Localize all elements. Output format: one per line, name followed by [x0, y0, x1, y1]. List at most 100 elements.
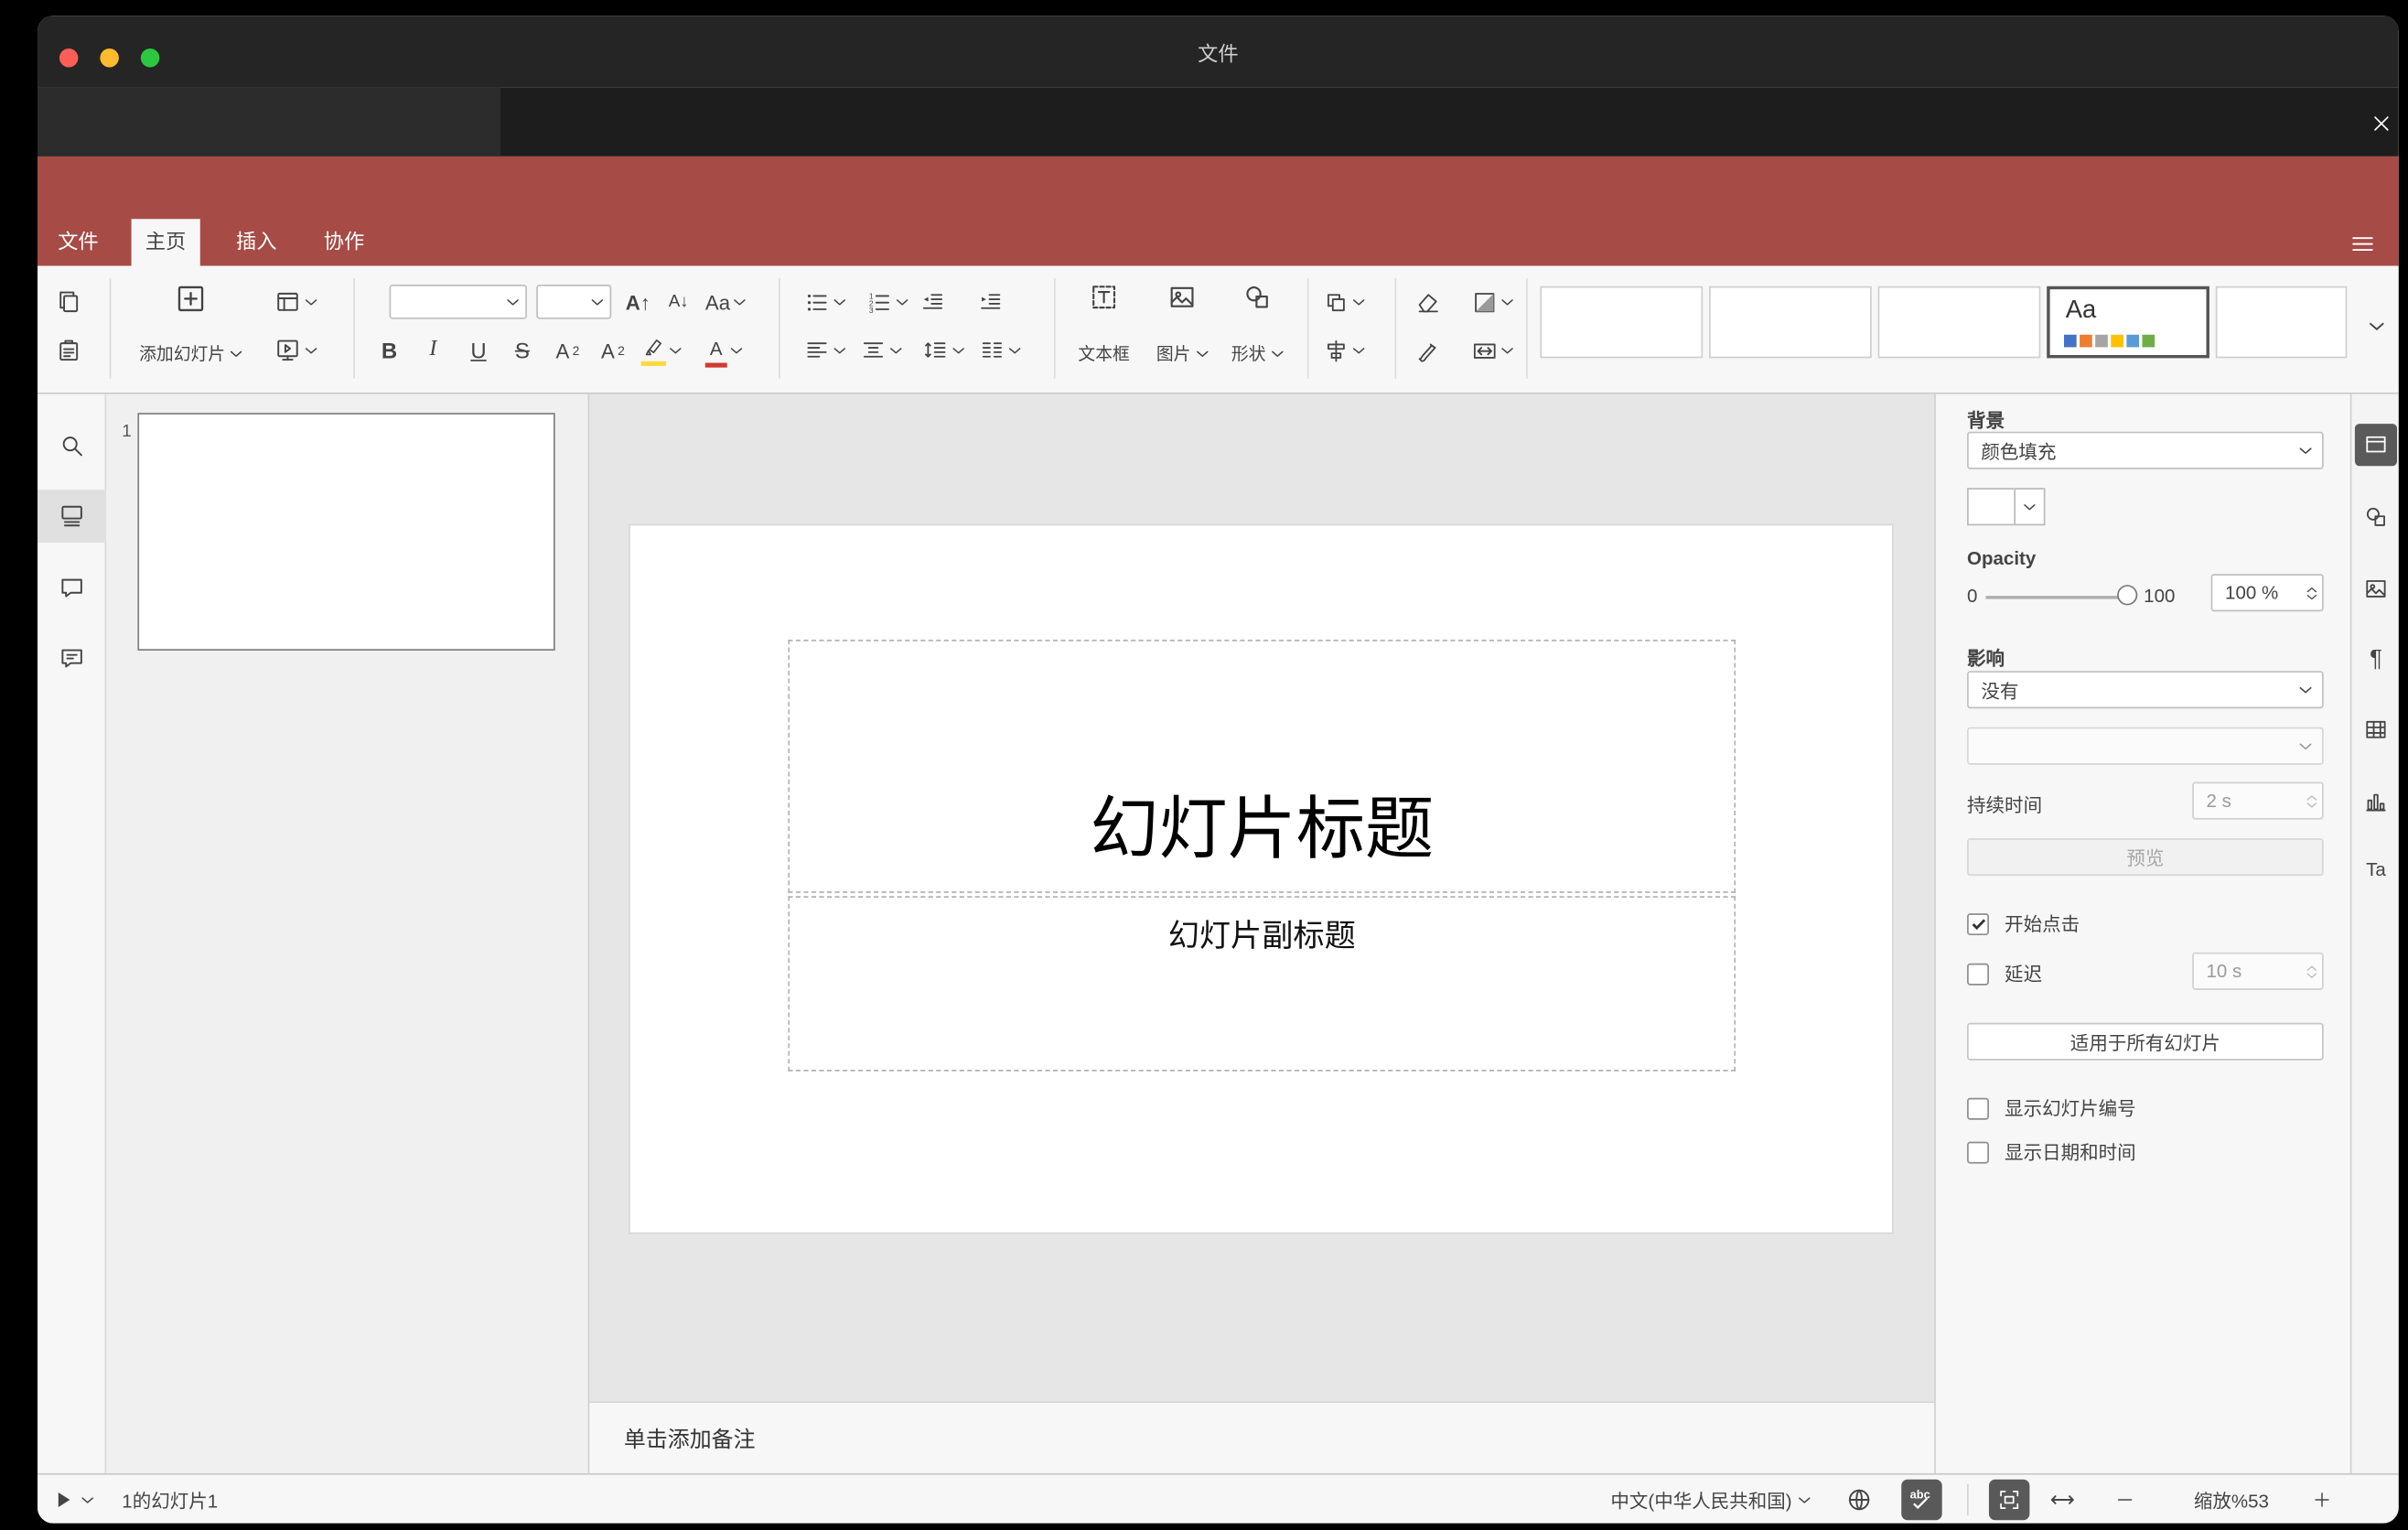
- shape-settings-icon: [2366, 507, 2385, 526]
- shape-settings-tab[interactable]: [2355, 496, 2397, 538]
- insert-image-button[interactable]: 图片: [1149, 275, 1215, 372]
- theme-thumbnail-1[interactable]: [1540, 286, 1704, 359]
- numbered-list-icon: 123: [868, 291, 889, 314]
- superscript-button[interactable]: A2: [547, 330, 587, 371]
- effect-select[interactable]: 没有: [1967, 671, 2324, 709]
- shading-button[interactable]: [1465, 282, 1518, 322]
- copy-style-button[interactable]: [1407, 330, 1447, 371]
- font-size-combo[interactable]: [536, 285, 612, 319]
- align-shapes-button[interactable]: [1317, 330, 1370, 371]
- start-slideshow-status-button[interactable]: [50, 1475, 94, 1524]
- columns-button[interactable]: [973, 330, 1026, 371]
- textart-settings-tab[interactable]: Ta: [2355, 847, 2397, 889]
- apply-to-all-label: 适用于所有幻灯片: [2069, 1031, 2220, 1054]
- subscript-button[interactable]: A2: [593, 330, 633, 371]
- font-color-button[interactable]: A: [697, 330, 750, 371]
- decrease-indent-button[interactable]: [911, 282, 951, 322]
- start-slideshow-button[interactable]: [267, 330, 324, 371]
- image-settings-tab[interactable]: [2355, 567, 2397, 609]
- show-slide-number-checkbox[interactable]: 显示幻灯片编号: [1967, 1094, 2136, 1121]
- tab-collaboration[interactable]: 协作: [309, 219, 378, 265]
- vertical-align-button[interactable]: [854, 330, 907, 371]
- preview-button[interactable]: 预览: [1967, 838, 2324, 877]
- spinner-arrows-icon[interactable]: [2306, 586, 2317, 599]
- zoom-in-button[interactable]: [2311, 1475, 2333, 1524]
- show-date-time-checkbox[interactable]: 显示日期和时间: [1967, 1138, 2136, 1165]
- chat-icon: [61, 649, 82, 668]
- insert-shape-button[interactable]: 形状: [1224, 275, 1290, 372]
- close-overlay-button[interactable]: [2361, 103, 2399, 144]
- spellcheck-button[interactable]: abc: [1901, 1475, 1942, 1524]
- app-header: 产品介绍.pptx adm***@dootask.com 文件 主页 插入 协作: [38, 156, 2399, 342]
- slide-settings-tab[interactable]: [2354, 424, 2398, 467]
- notes-area[interactable]: 单击添加备注: [589, 1401, 1935, 1473]
- duration-field[interactable]: 2 s: [2192, 781, 2324, 820]
- paste-button[interactable]: [48, 330, 89, 371]
- fill-color-icon: [1474, 292, 1494, 312]
- underline-button[interactable]: U: [458, 330, 499, 371]
- theme-thumbnail-2[interactable]: [1709, 286, 1872, 359]
- theme-gallery-expand-button[interactable]: [2361, 307, 2392, 347]
- apply-to-all-button[interactable]: 适用于所有幻灯片: [1967, 1022, 2324, 1061]
- effect-variant-select[interactable]: [1967, 727, 2324, 765]
- line-spacing-button[interactable]: [917, 330, 970, 371]
- change-case-button[interactable]: Aa: [701, 282, 751, 322]
- chevron-down-icon: [2299, 447, 2312, 454]
- delay-field[interactable]: 10 s: [2192, 952, 2324, 990]
- decrease-font-button[interactable]: A↓: [660, 282, 697, 322]
- sidebar-search-button[interactable]: [38, 419, 106, 472]
- numbered-list-button[interactable]: 123: [860, 282, 913, 322]
- fit-width-button[interactable]: [2048, 1475, 2077, 1524]
- tab-file[interactable]: 文件: [44, 219, 113, 265]
- increase-indent-button[interactable]: [970, 282, 1010, 322]
- opacity-slider-track[interactable]: [1985, 596, 2136, 599]
- sidebar-chat-button[interactable]: [38, 631, 106, 684]
- chart-settings-tab[interactable]: [2355, 781, 2397, 823]
- background-fill-select[interactable]: 颜色填充: [1967, 431, 2324, 469]
- bullet-list-button[interactable]: [798, 282, 851, 322]
- horizontal-align-button[interactable]: [798, 330, 851, 371]
- sidebar-slides-button[interactable]: [38, 489, 107, 544]
- slide-thumbnail[interactable]: [137, 413, 555, 651]
- add-slide-button[interactable]: 添加幻灯片: [128, 275, 253, 372]
- zoom-out-button[interactable]: [2114, 1475, 2136, 1524]
- tab-home[interactable]: 主页: [131, 219, 200, 266]
- sidebar-comments-button[interactable]: [38, 562, 106, 615]
- start-on-click-checkbox[interactable]: 开始点击: [1967, 910, 2080, 937]
- increase-font-button[interactable]: A↑: [619, 282, 657, 322]
- bold-button[interactable]: B: [369, 330, 409, 371]
- subtitle-placeholder[interactable]: 幻灯片副标题: [788, 896, 1736, 1072]
- language-selector[interactable]: 中文(中华人民共和国): [1610, 1475, 1811, 1524]
- clear-style-button[interactable]: [1407, 282, 1447, 322]
- strikeout-button[interactable]: S: [502, 330, 543, 371]
- table-settings-tab[interactable]: [2355, 708, 2397, 750]
- delay-checkbox[interactable]: 延迟: [1967, 960, 2042, 986]
- theme-thumbnail-selected[interactable]: Aa: [2047, 286, 2209, 359]
- slide-layout-icon: [277, 292, 298, 311]
- theme-thumbnail-5[interactable]: [2215, 286, 2348, 359]
- copy-button[interactable]: [48, 282, 89, 322]
- paragraph-settings-tab[interactable]: ¶: [2355, 638, 2397, 680]
- opacity-value-field[interactable]: 100 %: [2210, 574, 2324, 612]
- show-date-time-label: 显示日期和时间: [2005, 1141, 2136, 1164]
- slide-size-button[interactable]: [1465, 330, 1518, 371]
- tab-insert[interactable]: 插入: [222, 219, 291, 265]
- background-color-picker[interactable]: [1967, 488, 2046, 526]
- slide-settings-panel: 背景 颜色填充 Opacity 0 100 100 % 影响 没有 持续时间 2…: [1934, 393, 2350, 1473]
- fit-slide-button[interactable]: [1988, 1475, 2030, 1524]
- header-menu-button[interactable]: [2349, 230, 2377, 265]
- italic-button[interactable]: I: [413, 330, 453, 371]
- chevron-down-icon: [591, 298, 604, 305]
- title-placeholder[interactable]: 幻灯片标题: [788, 640, 1736, 893]
- document-language-button[interactable]: [1845, 1475, 1874, 1524]
- opacity-slider-knob[interactable]: [2117, 585, 2138, 606]
- theme-thumbnail-3[interactable]: [1877, 286, 2041, 359]
- arrange-shapes-button[interactable]: [1317, 282, 1370, 322]
- highlight-color-button[interactable]: [635, 330, 688, 371]
- font-name-combo[interactable]: [389, 285, 527, 319]
- slide-surface[interactable]: 幻灯片标题 幻灯片副标题: [629, 523, 1894, 1234]
- slide-layout-button[interactable]: [267, 282, 324, 322]
- insert-textbox-button[interactable]: 文本框: [1068, 275, 1140, 372]
- chevron-down-icon: [305, 298, 317, 305]
- opacity-label: Opacity: [1967, 547, 2037, 570]
